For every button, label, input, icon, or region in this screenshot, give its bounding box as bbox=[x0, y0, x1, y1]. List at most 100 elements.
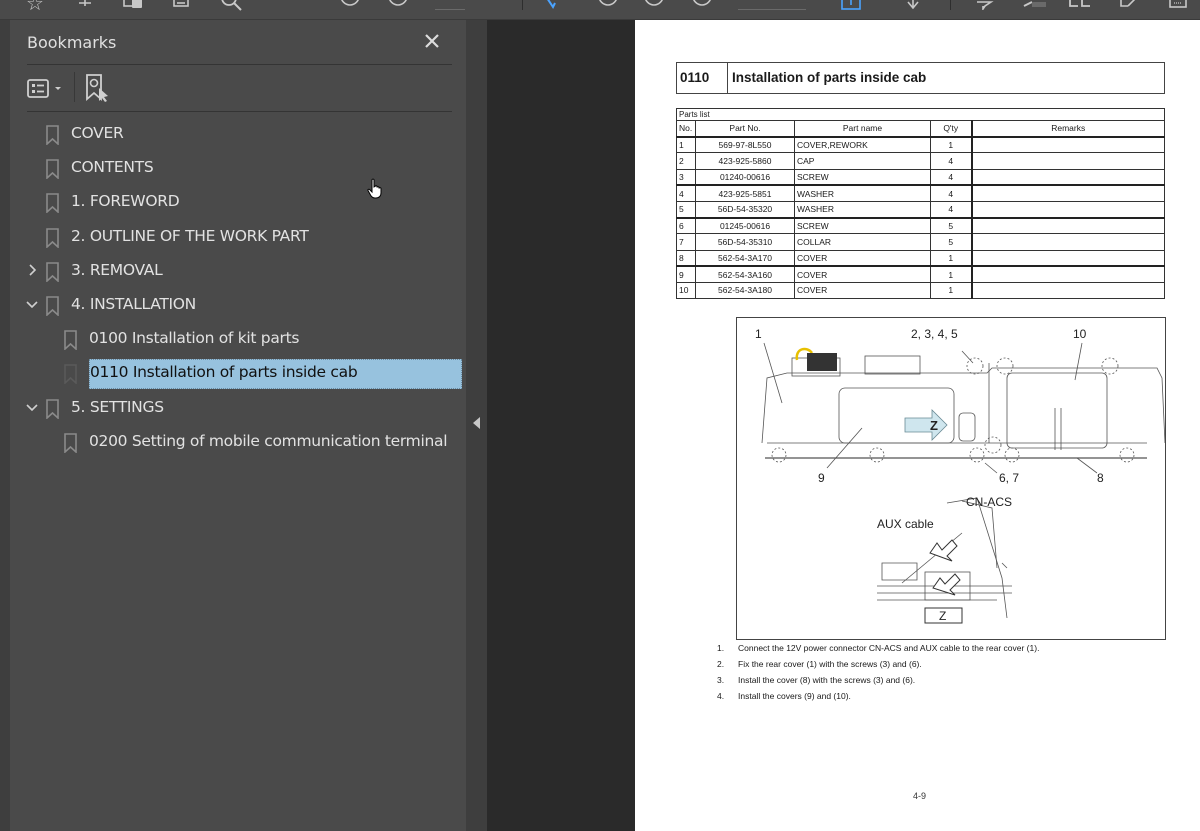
step-text: Install the covers (9) and (10). bbox=[738, 691, 851, 701]
installation-figure: 1 2, 3, 4, 5 10 Z 9 6, 7 8 CN-ACS AUX ca… bbox=[736, 317, 1166, 640]
quantity-cell: 4 bbox=[930, 200, 973, 219]
bookmark-label: 5. SETTINGS bbox=[71, 398, 164, 416]
comment-icon[interactable] bbox=[975, 0, 995, 10]
part-name-cell: COLLAR bbox=[794, 233, 931, 251]
rotate-icon[interactable] bbox=[642, 0, 666, 8]
print-icon[interactable] bbox=[172, 0, 192, 10]
item-number-cell: 2 bbox=[676, 152, 696, 170]
bookmark-icon bbox=[46, 296, 59, 317]
divider bbox=[27, 111, 452, 112]
column-header: Part name bbox=[794, 119, 931, 138]
instruction-step: 3. Install the cover (8) with the screws … bbox=[717, 674, 1039, 690]
bookmark-item[interactable]: 2. OUTLINE OF THE WORK PART bbox=[10, 222, 466, 252]
aux-cable-label: AUX cable bbox=[877, 517, 934, 531]
cn-acs-label: CN-ACS bbox=[966, 495, 1013, 509]
instruction-step: 4. Install the covers (9) and (10). bbox=[717, 690, 1039, 706]
parts-list-caption: Parts list bbox=[676, 108, 1165, 121]
bookmark-item[interactable]: 4. INSTALLATION bbox=[10, 290, 466, 320]
edit-icon[interactable] bbox=[1118, 0, 1140, 10]
close-icon bbox=[425, 34, 439, 48]
item-number-cell: 8 bbox=[676, 249, 696, 267]
bookmark-item[interactable]: 5. SETTINGS bbox=[10, 393, 466, 423]
bookmark-options-button[interactable] bbox=[27, 76, 71, 100]
remarks-cell bbox=[971, 265, 1165, 283]
quantity-cell: 5 bbox=[930, 233, 973, 251]
z-view-label: Z bbox=[939, 609, 947, 623]
part-number-cell: 56D-54-35320 bbox=[695, 200, 795, 219]
hand-icon[interactable] bbox=[596, 0, 620, 8]
search-icon[interactable] bbox=[220, 0, 246, 12]
item-number-cell: 1 bbox=[676, 135, 696, 154]
table-row: 2 423-925-5860 CAP 4 bbox=[676, 152, 1165, 170]
part-name-cell: CAP bbox=[794, 152, 931, 170]
fit-width-icon[interactable] bbox=[690, 0, 714, 8]
part-number-cell: 01245-00616 bbox=[695, 216, 795, 235]
z-view-arrow-label: Z bbox=[930, 418, 938, 433]
chevron-down-icon[interactable] bbox=[25, 399, 39, 415]
item-number-cell: 5 bbox=[676, 200, 696, 219]
step-text: Fix the rear cover (1) with the screws (… bbox=[738, 659, 922, 669]
bookmark-item[interactable]: CONTENTS bbox=[10, 153, 466, 183]
share-icon[interactable] bbox=[74, 0, 96, 10]
callout-9: 9 bbox=[818, 471, 825, 485]
step-text: Connect the 12V power connector CN-ACS a… bbox=[738, 643, 1040, 653]
zoom-out-icon[interactable] bbox=[338, 0, 362, 8]
item-number-cell: 7 bbox=[676, 233, 696, 251]
zoom-in-icon[interactable] bbox=[386, 0, 410, 8]
item-number-cell: 9 bbox=[676, 265, 696, 283]
step-number: 2. bbox=[717, 659, 725, 669]
highlight-icon[interactable] bbox=[1020, 0, 1048, 10]
find-current-bookmark-button[interactable] bbox=[84, 74, 112, 102]
tool-divider bbox=[74, 72, 75, 102]
panel-splitter[interactable] bbox=[466, 20, 487, 831]
table-row: 7 56D-54-35310 COLLAR 5 bbox=[676, 233, 1165, 251]
remarks-cell bbox=[971, 184, 1165, 202]
part-name-cell: COVER bbox=[794, 265, 931, 283]
bookmark-item[interactable]: 0200 Setting of mobile communication ter… bbox=[10, 427, 466, 457]
scroll-icon[interactable] bbox=[905, 0, 921, 12]
bookmark-icon bbox=[64, 433, 77, 454]
bookmark-item[interactable]: COVER bbox=[10, 119, 466, 149]
bookmark-icon bbox=[46, 193, 59, 214]
bookmark-item[interactable]: 0110 Installation of parts inside cab bbox=[10, 358, 466, 389]
part-name-cell: COVER bbox=[794, 249, 931, 267]
list-options-icon bbox=[27, 79, 61, 98]
pages-icon[interactable] bbox=[122, 0, 146, 10]
sign-icon[interactable] bbox=[1068, 0, 1096, 10]
bookmark-icon bbox=[46, 159, 59, 180]
bookmark-item[interactable]: 1. FOREWORD bbox=[10, 187, 466, 217]
part-number-cell: 423-925-5851 bbox=[695, 184, 795, 202]
bookmark-icon bbox=[46, 228, 59, 249]
zoom-field[interactable] bbox=[435, 9, 465, 10]
part-number-cell: 562-54-3A180 bbox=[695, 281, 795, 300]
quantity-cell: 1 bbox=[930, 265, 973, 283]
fit-page-icon[interactable] bbox=[840, 0, 862, 12]
chevron-down-icon[interactable] bbox=[25, 296, 39, 312]
table-row: 8 562-54-3A170 COVER 1 bbox=[676, 249, 1165, 267]
bookmark-item[interactable]: 3. REMOVAL bbox=[10, 256, 466, 286]
remarks-cell bbox=[971, 249, 1165, 267]
collapse-panel-icon[interactable] bbox=[473, 417, 480, 429]
bookmark-label: 3. REMOVAL bbox=[71, 261, 163, 279]
column-header: Q'ty bbox=[930, 119, 973, 138]
close-panel-button[interactable] bbox=[425, 28, 439, 54]
bookmark-item[interactable]: 0100 Installation of kit parts bbox=[10, 324, 466, 354]
remarks-cell bbox=[971, 168, 1165, 186]
step-number: 1. bbox=[717, 643, 725, 653]
page-field[interactable] bbox=[738, 9, 806, 10]
chevron-right-icon[interactable] bbox=[25, 262, 39, 278]
part-number-cell: 56D-54-35310 bbox=[695, 233, 795, 251]
bookmark-label: 4. INSTALLATION bbox=[71, 295, 196, 313]
callout-6-7: 6, 7 bbox=[999, 471, 1020, 485]
part-name-cell: SCREW bbox=[794, 168, 931, 186]
section-title: Installation of parts inside cab bbox=[732, 70, 927, 85]
parts-list-table: Parts list No. Part No. Part name Q'ty Remar… bbox=[676, 108, 1165, 300]
bookmark-label: 1. FOREWORD bbox=[71, 192, 180, 210]
more-icon[interactable] bbox=[1168, 0, 1190, 10]
star-icon[interactable]: ☆ bbox=[26, 0, 44, 14]
remarks-cell bbox=[971, 200, 1165, 219]
bookmark-icon bbox=[46, 125, 59, 146]
toolbar-divider bbox=[522, 0, 523, 10]
select-icon[interactable] bbox=[545, 0, 559, 10]
document-viewer[interactable]: 0110 Installation of parts inside cab Pa… bbox=[487, 20, 1200, 831]
